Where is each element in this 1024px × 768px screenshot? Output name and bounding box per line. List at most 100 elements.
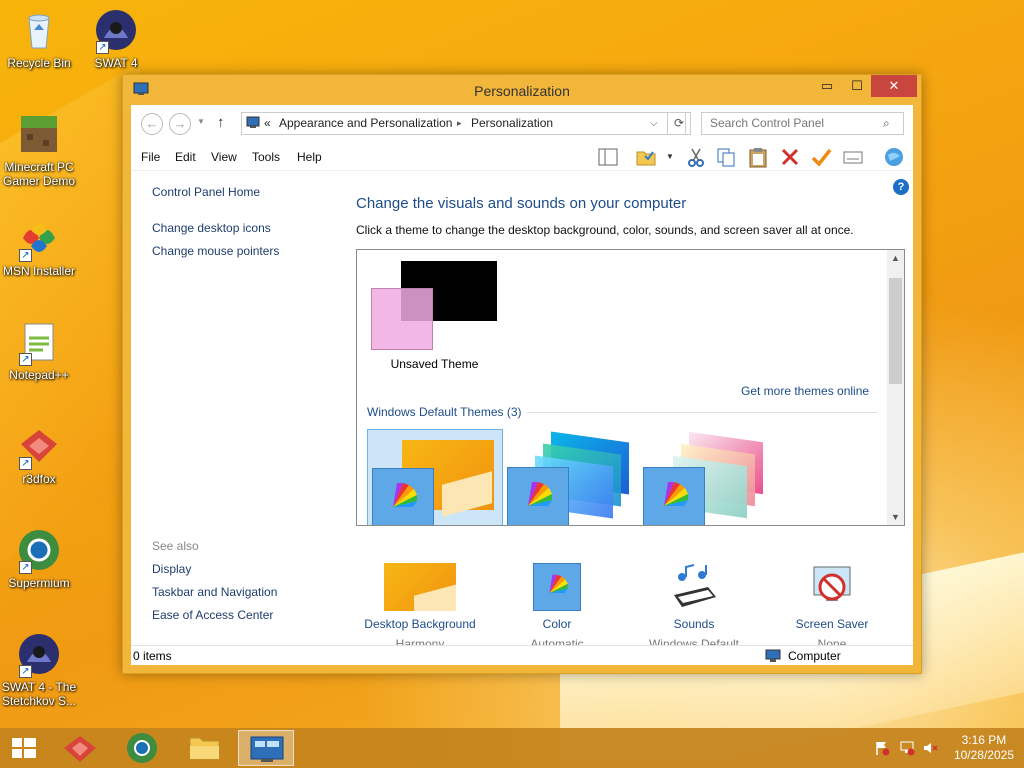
shortcut-arrow-icon: ↗ xyxy=(19,353,32,366)
breadcrumb-separator: ▸ xyxy=(457,118,462,128)
breadcrumb-prefix: « xyxy=(264,116,271,130)
start-button[interactable] xyxy=(0,730,48,766)
desktop-icon-label: SWAT 4 xyxy=(94,56,138,70)
refresh-button[interactable]: ⟳ xyxy=(667,112,691,135)
address-bar[interactable]: « Appearance and Personalization ▸ Perso… xyxy=(241,112,686,135)
paste-icon[interactable] xyxy=(747,146,769,168)
control-panel-home-link[interactable]: Control Panel Home xyxy=(152,185,260,199)
system-clock[interactable]: 3:16 PM 10/28/2025 xyxy=(954,733,1014,763)
action-center-flag-icon[interactable] xyxy=(874,740,890,759)
desktop-icon-label: MSN Installer xyxy=(2,264,76,278)
menu-tools[interactable]: Tools xyxy=(252,150,280,164)
window-content: ← → ▼ ↑ « Appearance and Personalization… xyxy=(131,105,913,665)
minimize-button[interactable]: ▭ xyxy=(813,75,841,97)
status-bar: 0 items Computer xyxy=(131,645,913,665)
color-palette-icon xyxy=(507,467,569,525)
clock-time: 3:16 PM xyxy=(961,733,1007,747)
menu-bar: File Edit View Tools Help ▼ xyxy=(131,141,913,171)
search-icon[interactable]: ⌕ xyxy=(883,116,890,131)
option-label: Desktop Background xyxy=(364,617,476,631)
desktop-icon-supermium[interactable]: ↗ Supermium xyxy=(0,528,78,590)
clock-date: 10/28/2025 xyxy=(953,748,1014,762)
color-option[interactable]: Color Automatic xyxy=(492,563,622,651)
minecraft-icon xyxy=(17,112,61,156)
folder-options-icon[interactable] xyxy=(635,146,657,168)
window-title: Personalization xyxy=(474,83,570,99)
theme-lines-and-colors[interactable] xyxy=(507,429,643,525)
globe-icon[interactable] xyxy=(883,146,905,168)
color-palette-icon xyxy=(372,468,434,525)
scroll-up-icon[interactable]: ▲ xyxy=(887,253,904,263)
theme-windows[interactable] xyxy=(367,429,503,525)
back-button[interactable]: ← xyxy=(141,113,163,135)
search-input[interactable]: Search Control Panel xyxy=(701,112,904,135)
taskbar: 3:16 PM 10/28/2025 xyxy=(0,728,1024,768)
computer-icon xyxy=(765,649,781,666)
display-link[interactable]: Display xyxy=(152,562,191,576)
recycle-bin-icon xyxy=(17,8,61,52)
properties-icon[interactable] xyxy=(842,146,864,168)
desktop-icon-label: Notepad++ xyxy=(9,368,69,382)
copy-icon[interactable] xyxy=(715,146,737,168)
menu-view[interactable]: View xyxy=(211,150,237,164)
breadcrumb-item[interactable]: Appearance and Personalization xyxy=(279,113,452,134)
scrollbar-thumb[interactable] xyxy=(889,278,902,384)
ease-of-access-link[interactable]: Ease of Access Center xyxy=(152,608,273,622)
desktop-icon-r3dfox[interactable]: ↗ r3dfox xyxy=(0,424,78,486)
shortcut-arrow-icon: ↗ xyxy=(19,665,32,678)
get-more-themes-link[interactable]: Get more themes online xyxy=(741,384,869,398)
theme-list[interactable]: Unsaved Theme Get more themes online Win… xyxy=(356,249,905,526)
checkmark-icon[interactable] xyxy=(810,146,832,168)
scroll-down-icon[interactable]: ▼ xyxy=(887,512,904,522)
cut-icon[interactable] xyxy=(685,146,707,168)
volume-muted-icon[interactable] xyxy=(922,740,938,759)
recent-pages-icon[interactable]: ▼ xyxy=(197,117,205,126)
desktop-icon-label: Recycle Bin xyxy=(7,56,71,70)
unsaved-theme[interactable]: Unsaved Theme xyxy=(367,258,507,374)
network-icon[interactable] xyxy=(899,740,915,759)
desktop-background-icon xyxy=(384,563,456,611)
taskbar-navigation-link[interactable]: Taskbar and Navigation xyxy=(152,585,277,599)
maximize-button[interactable]: ☐ xyxy=(843,75,871,97)
sounds-option[interactable]: Sounds Windows Default xyxy=(629,563,759,651)
desktop-icon-minecraft[interactable]: Minecraft PC Gamer Demo xyxy=(0,112,78,188)
chevron-down-icon[interactable]: ⌵ xyxy=(650,113,658,134)
menu-help[interactable]: Help xyxy=(297,150,322,164)
menu-edit[interactable]: Edit xyxy=(175,150,196,164)
see-also-label: See also xyxy=(152,539,199,553)
taskbar-supermium[interactable] xyxy=(114,730,170,766)
shortcut-arrow-icon: ↗ xyxy=(19,457,32,470)
theme-flowers[interactable] xyxy=(643,429,779,525)
desktop-icon-swat4[interactable]: ↗ SWAT 4 xyxy=(77,8,155,70)
change-mouse-pointers-link[interactable]: Change mouse pointers xyxy=(152,244,279,258)
sounds-icon xyxy=(668,563,720,611)
forward-button[interactable]: → xyxy=(169,113,191,135)
desktop-icon-notepadpp[interactable]: ↗ Notepad++ xyxy=(0,320,78,382)
taskbar-r3dfox[interactable] xyxy=(52,730,108,766)
screen-saver-option[interactable]: Screen Saver None xyxy=(767,563,897,651)
option-label: Sounds xyxy=(673,617,715,631)
desktop-icon-label: r3dfox xyxy=(22,472,56,486)
title-bar[interactable]: Personalization ▭ ☐ ✕ xyxy=(123,75,921,105)
theme-list-scrollbar[interactable]: ▲ ▼ xyxy=(887,250,904,525)
layout-icon[interactable] xyxy=(597,146,619,168)
menu-file[interactable]: File xyxy=(141,150,160,164)
shortcut-arrow-icon: ↗ xyxy=(19,249,32,262)
desktop-icon-msn-installer[interactable]: ↗ MSN Installer xyxy=(0,216,78,278)
desktop-background-option[interactable]: Desktop Background Harmony xyxy=(355,563,485,651)
change-desktop-icons-link[interactable]: Change desktop icons xyxy=(152,221,271,235)
status-location: Computer xyxy=(788,649,841,663)
close-button[interactable]: ✕ xyxy=(871,75,917,97)
page-title: Change the visuals and sounds on your co… xyxy=(356,195,687,212)
desktop-icon-label: SWAT 4 - The Stetchkov S... xyxy=(1,680,77,708)
up-button[interactable]: ↑ xyxy=(217,114,225,131)
personalization-window: Personalization ▭ ☐ ✕ ← → ▼ ↑ « Appearan… xyxy=(122,74,922,674)
taskbar-control-panel[interactable] xyxy=(238,730,294,766)
chevron-down-icon[interactable]: ▼ xyxy=(666,152,674,161)
desktop-icon-swat4-stetchkov[interactable]: ↗ SWAT 4 - The Stetchkov S... xyxy=(0,632,78,708)
taskbar-file-explorer[interactable] xyxy=(176,730,232,766)
delete-icon[interactable] xyxy=(779,146,801,168)
desktop-icon-recycle-bin[interactable]: Recycle Bin xyxy=(0,8,78,70)
breadcrumb-item[interactable]: Personalization xyxy=(471,113,553,134)
theme-group-label: Windows Default Themes (3) xyxy=(367,405,522,419)
